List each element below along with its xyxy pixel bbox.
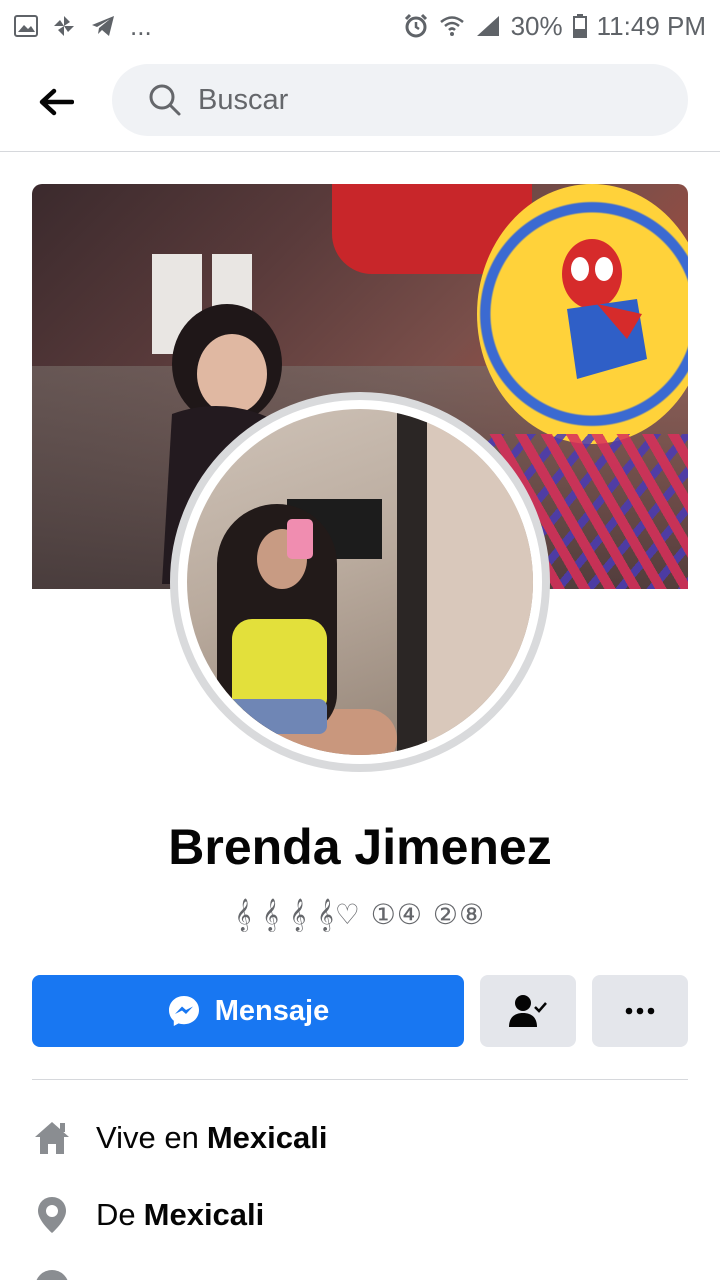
search-bar[interactable]: Buscar	[112, 64, 688, 136]
friends-button[interactable]	[480, 975, 576, 1047]
top-bar: Buscar	[0, 52, 720, 152]
from-row: De Mexicali	[32, 1190, 688, 1240]
profile-picture[interactable]	[170, 392, 550, 772]
status-bar: ... 30% 11:49 PM	[0, 0, 720, 52]
from-prefix: De	[96, 1197, 136, 1232]
signal-icon	[475, 15, 501, 37]
more-notifications: ...	[130, 10, 152, 41]
more-options-button[interactable]	[592, 975, 688, 1047]
alarm-icon	[403, 13, 429, 39]
profile-name: Brenda Jimenez	[168, 819, 552, 875]
more-dots-icon	[625, 1007, 655, 1015]
search-icon	[149, 84, 181, 116]
partially-visible-row	[32, 1262, 688, 1280]
lives-in-value[interactable]: Mexicali	[207, 1120, 328, 1156]
message-button[interactable]: Mensaje	[32, 975, 464, 1047]
messenger-icon	[168, 996, 199, 1026]
back-button[interactable]	[34, 80, 78, 124]
pinwheel-icon	[52, 14, 76, 38]
back-arrow-icon	[39, 88, 74, 116]
lives-in-row: Vive en Mexicali	[32, 1113, 688, 1163]
battery-icon	[572, 14, 587, 38]
clock-icon	[32, 1267, 72, 1280]
search-placeholder: Buscar	[198, 83, 289, 116]
message-button-label: Mensaje	[214, 994, 330, 1027]
battery-percent: 30%	[510, 10, 563, 41]
clock: 11:49 PM	[596, 10, 706, 41]
friend-check-icon	[509, 995, 547, 1027]
lives-in-prefix: Vive en	[96, 1120, 199, 1155]
gallery-icon	[14, 15, 38, 37]
profile-bio: 𝄞 𝄞 𝄞 𝄞♡ ①④ ②⑧	[234, 898, 486, 931]
divider	[32, 1079, 688, 1080]
home-icon	[32, 1118, 72, 1158]
location-pin-icon	[32, 1195, 72, 1235]
wifi-icon	[439, 15, 465, 37]
telegram-icon	[90, 14, 116, 38]
from-value[interactable]: Mexicali	[144, 1197, 265, 1233]
